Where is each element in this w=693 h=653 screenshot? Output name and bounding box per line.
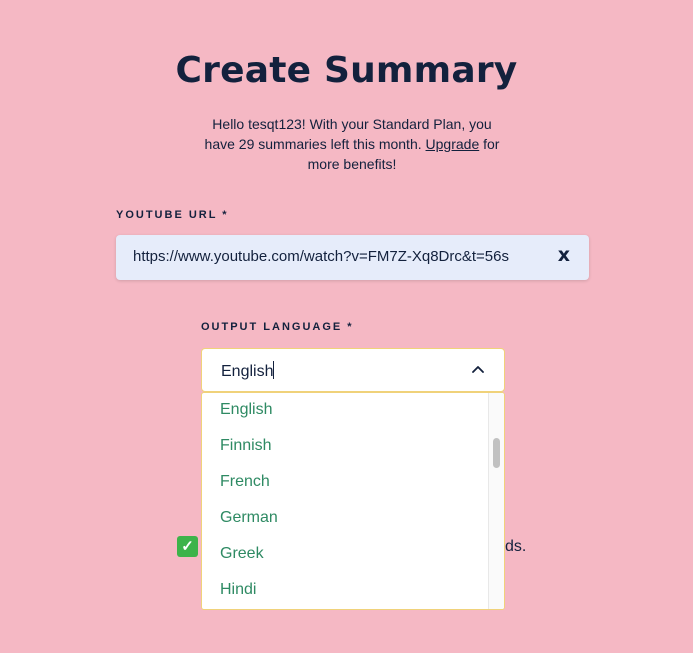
language-option-german[interactable]: German — [220, 509, 278, 527]
dropdown-scrollbar[interactable] — [488, 393, 504, 609]
output-language-value[interactable]: English — [221, 361, 275, 381]
language-option-hindi[interactable]: Hindi — [220, 581, 256, 599]
youtube-url-field[interactable]: https://www.youtube.com/watch?v=FM7Z-Xq8… — [116, 235, 589, 280]
language-option-english[interactable]: English — [220, 401, 272, 419]
youtube-url-label: YOUTUBE URL * — [116, 209, 229, 221]
output-language-label: OUTPUT LANGUAGE * — [201, 321, 354, 333]
language-option-finnish[interactable]: Finnish — [220, 437, 272, 455]
partially-hidden-text: ds. — [505, 538, 527, 555]
output-language-select[interactable]: English — [201, 348, 505, 392]
language-option-french[interactable]: French — [220, 473, 270, 491]
check-icon: ✓ — [177, 536, 198, 557]
plan-info-text: Hello tesqt123! With your Standard Plan,… — [196, 114, 508, 174]
upgrade-link[interactable]: Upgrade — [426, 136, 480, 152]
text-cursor — [273, 361, 275, 379]
scrollbar-thumb[interactable] — [493, 438, 500, 468]
youtube-url-value[interactable]: https://www.youtube.com/watch?v=FM7Z-Xq8… — [133, 248, 509, 265]
language-dropdown-menu[interactable]: English Finnish French German Greek Hind… — [201, 392, 505, 610]
clear-url-button[interactable]: x — [558, 244, 570, 266]
page-title: Create Summary — [175, 50, 518, 91]
chevron-up-icon[interactable] — [472, 365, 484, 373]
language-option-greek[interactable]: Greek — [220, 545, 264, 563]
